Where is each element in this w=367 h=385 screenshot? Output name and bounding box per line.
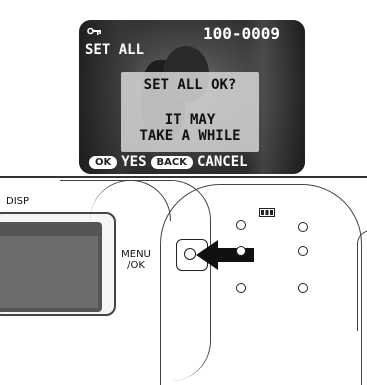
indicator-dot-2 [298,222,308,232]
key-protect-icon [87,27,101,35]
lcd-glass [0,236,98,308]
indicator-dot-5 [236,283,246,293]
ok-button-badge[interactable]: OK [89,155,118,169]
lcd-panel: 100-0009 SET ALL SET ALL OK? IT MAY TAKE… [0,0,367,174]
ok-action-label: YES [121,154,147,170]
press-arrow-icon [196,240,254,270]
back-action-label: CANCEL [197,154,248,170]
disp-label: DISP [6,196,30,207]
dialog-question: SET ALL OK? [143,77,237,93]
mode-label: SET ALL [85,42,145,58]
body-outline-edge [357,230,367,331]
menu-ok-button-center [184,248,196,260]
indicator-dot-3 [236,246,246,256]
button-guide-bar: OK YES BACK CANCEL [89,153,248,171]
lcd-screen: 100-0009 SET ALL SET ALL OK? IT MAY TAKE… [79,20,305,174]
indicator-dot-4 [298,246,308,256]
file-number: 100-0009 [203,24,281,43]
indicator-dot-6 [298,283,308,293]
indicator-dot-1 [236,220,246,230]
battery-icon [259,208,275,217]
dialog-line-1: IT MAY [164,112,216,128]
dialog-line-2: TAKE A WHILE [139,128,241,144]
back-button-badge[interactable]: BACK [150,155,193,169]
confirm-dialog: SET ALL OK? IT MAY TAKE A WHILE [121,72,259,152]
